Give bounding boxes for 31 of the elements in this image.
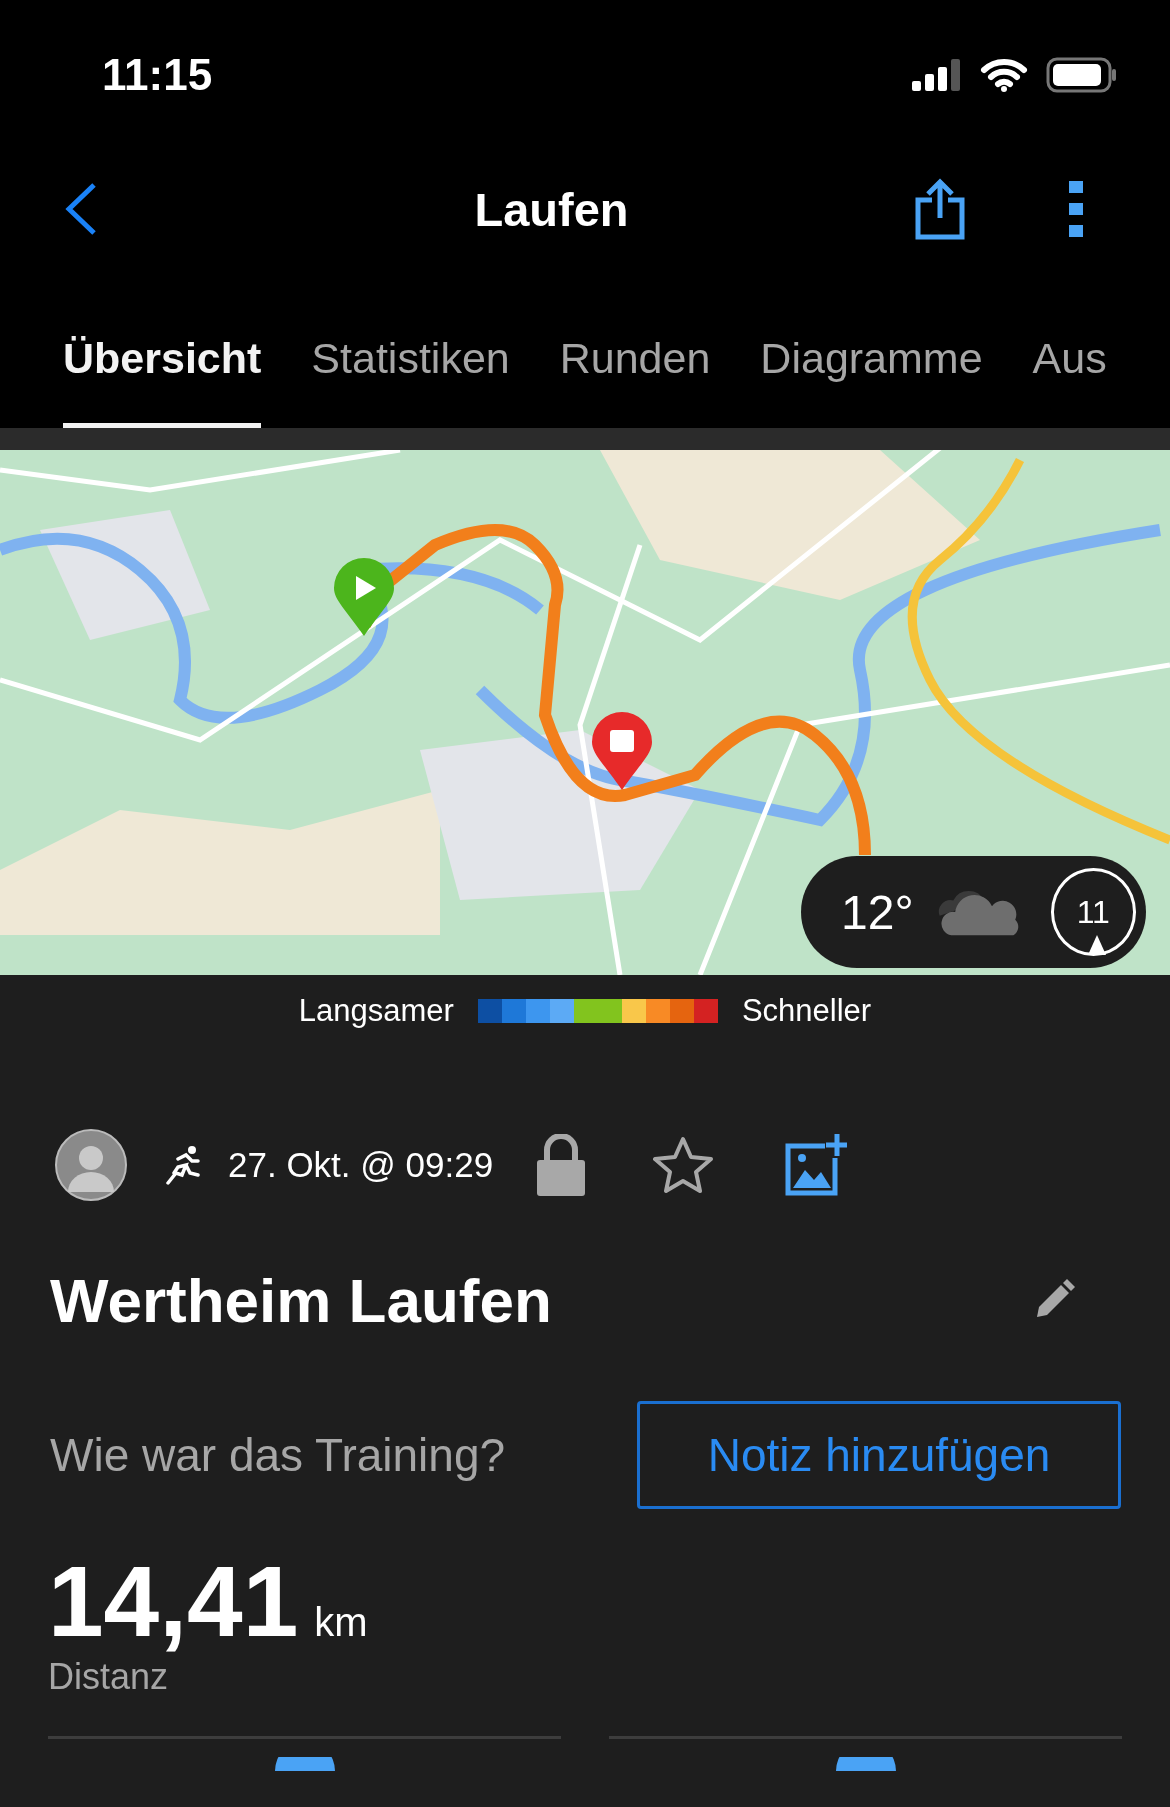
signal-icon [912,59,962,91]
finish-pin-icon [590,712,654,792]
activity-title: Wertheim Laufen [50,1264,552,1336]
favorite-star-icon[interactable] [653,1136,714,1194]
start-pin-icon [332,558,396,638]
add-note-button[interactable]: Notiz hinzufügen [637,1401,1121,1509]
wind-speed: 11 [1076,893,1110,931]
tab[interactable]: Diagramme [760,312,983,428]
activity-date: 27. Okt. @ 09:29 [228,1145,494,1185]
tab[interactable]: Runden [559,312,711,428]
stat-icon [835,1757,896,1771]
avatar-icon [54,1128,128,1202]
temperature: 12° [841,884,914,940]
distance-unit: km [314,1600,368,1645]
stat-icon [274,1757,335,1771]
tab[interactable]: Aus [1032,312,1107,428]
share-icon[interactable] [915,178,965,240]
distance-label: Distanz [48,1656,170,1698]
note-prompt: Wie war das Training? [50,1428,506,1482]
lock-icon[interactable] [537,1134,586,1196]
back-icon[interactable] [64,182,98,236]
legend-label: Langsamer [298,993,454,1029]
status-time: 11:15 [102,50,213,100]
wifi-icon [980,58,1028,92]
distance-value: 14,41 [48,1549,299,1654]
add-photo-icon[interactable] [785,1134,848,1196]
battery-icon [1046,57,1118,93]
legend-label: Schneller [741,993,872,1029]
screen-title: Laufen [473,181,630,237]
tab[interactable]: Statistiken [311,312,510,428]
more-icon[interactable] [1069,181,1083,237]
